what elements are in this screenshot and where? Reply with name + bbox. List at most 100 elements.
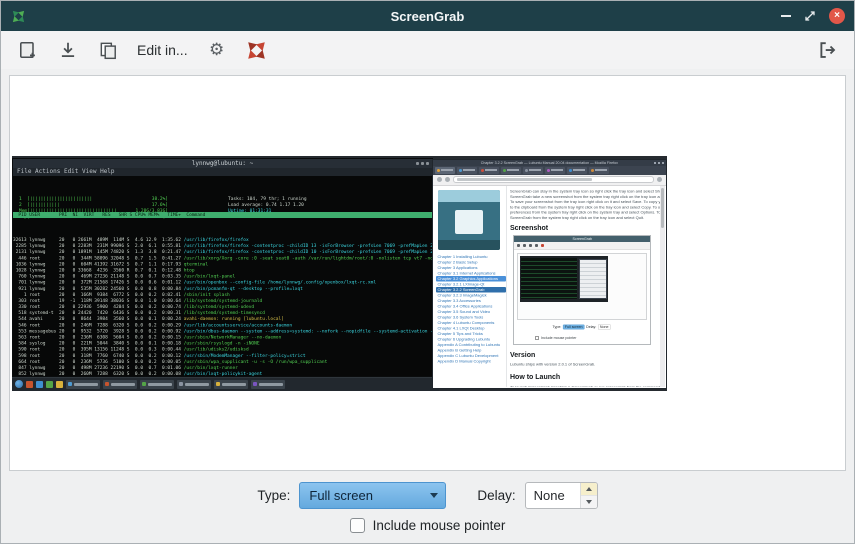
manual-sidebar: Chapter 1 Installing LubuntuChapter 2 Ba… [434,186,507,387]
htop-process-row: 32613 lynnwg 20 0 2661M 489M 114M S 4.6 … [13,237,432,243]
delay-spinbox[interactable]: None [525,482,598,509]
toc-link: Chapter 3.1 Internet Applications [436,270,506,276]
include-pointer-checkbox[interactable] [350,518,365,533]
taskbar-window-button [214,380,248,389]
quit-icon [817,40,837,60]
toc-link: Appendix B Getting Help [436,347,506,353]
htop-process-row: 553 messagebus 20 0 9532 5720 3928 S 0.0… [13,328,432,334]
toc-link: Appendix C Lubuntu Development [436,353,506,359]
terminal-titlebar: lynnwg@lubuntu: ~ [13,159,432,168]
copy-icon [98,40,118,60]
firefox-tab [589,167,609,174]
close-icon[interactable]: × [829,8,845,24]
taskbar-window-button [66,380,100,389]
firefox-tab-bar [433,166,666,175]
taskbar-window-button [177,380,211,389]
toc-link: Chapter 2 Basic Setup [436,259,506,265]
settings-button[interactable]: ⚙ [202,35,232,65]
manual-toc: Chapter 1 Installing LubuntuChapter 2 Ba… [436,254,506,364]
firefox-window-buttons [654,162,664,164]
htop-process-row: 330 root 20 0 22936 5900 4204 S 0.0 0.2 … [13,304,432,310]
chevron-down-icon[interactable] [423,483,445,508]
toc-link: Chapter 3.2.1 LXImage-Qt [436,281,506,287]
toc-link: Chapter 4 Lubuntu Components [436,320,506,326]
htop-header-row: PID USER PRI NI VIRT RES SHR S CPU% MEM%… [13,212,432,218]
delay-label: Delay: [477,488,515,503]
firefox-tab [435,167,455,174]
url-bar [453,176,654,183]
toc-link: Appendix D Manual Copyright [436,358,506,364]
htop-process-row: 446 root 20 0 344M 58096 32048 S 0.7 1.5… [13,255,432,261]
firefox-tab [545,167,565,174]
htop-process-row: 544 avahi 20 0 8644 3984 3560 S 0.0 0.1 … [13,316,432,322]
htop-process-row: 701 lynnwg 20 0 372M 21568 17426 S 0.0 0… [13,279,432,285]
version-text: Lubuntu ships with version 2.0.1 of Scre… [510,362,665,367]
htop-process-row: 518 systemd-t 20 0 24420 7420 6436 S 0.0… [13,310,432,316]
preview-desktop-taskbar [12,377,439,391]
toc-link: Chapter 3.6 System Tools [436,314,506,320]
firefox-nav-bar [433,175,666,186]
terminal-title: lynnwg@lubuntu: ~ [13,159,432,168]
htop-process-row: 563 root 20 0 236M 6308 5604 S 0.0 0.2 0… [13,334,432,340]
firefox-tab [479,167,499,174]
save-icon [58,40,78,60]
type-dropdown-value: Full screen [300,488,423,503]
htop-process-row: 760 lynnwg 20 0 469M 27236 21148 S 0.0 0… [13,273,432,279]
minimize-icon[interactable] [781,15,791,17]
maximize-icon[interactable] [804,10,816,22]
taskbar-window-button [251,380,285,389]
type-label: Type: [257,488,290,503]
htop-process-row: 584 syslog 20 0 221M 5044 3840 S 0.0 0.1… [13,340,432,346]
edit-in-button[interactable]: Edit in... [133,35,192,65]
save-button[interactable] [53,35,83,65]
toc-link: Chapter 4.1 LXQt Desktop [436,325,506,331]
htop-process-row: 2285 lynnwg 20 0 2283M 231M 99096 S 2.0 … [13,243,432,249]
titlebar[interactable]: ScreenGrab × [1,1,854,31]
spin-up-button[interactable] [581,483,597,496]
screenshot-section-heading: Screenshot [510,225,548,232]
taskbar-icon [56,381,63,388]
embedded-screengrab-screenshot: ScreenGrab [513,235,651,345]
screengrab-app-icon [10,8,27,25]
firefox-tab [523,167,543,174]
toc-link: Chapter 3 Applications [436,265,506,271]
terminal-window-buttons [416,162,429,165]
screenshot-preview: lynnwg@lubuntu: ~ File Actions Edit View… [12,156,667,391]
include-pointer-label: Include mouse pointer [373,518,506,533]
firefox-tab [457,167,477,174]
quit-button[interactable] [812,35,842,65]
type-dropdown[interactable]: Full screen [299,482,446,509]
tab-favicon [591,169,594,172]
spin-down-button[interactable] [581,496,597,508]
htop-process-row: 590 root 20 0 395M 13156 11248 S 0.0 0.3… [13,346,432,352]
tab-favicon [547,169,550,172]
taskbar-icon [46,381,53,388]
how-to-launch-text: To launch ScreenGrab Graphics ‣ ScreenGr… [510,385,665,387]
tab-favicon [569,169,572,172]
htop-process-rows: 32613 lynnwg 20 0 2661M 489M 114M S 4.6 … [13,219,432,376]
app-logo-button[interactable] [242,35,272,65]
screengrab-logo-icon [244,38,269,63]
toolbar: Edit in... ⚙ [1,31,854,69]
tab-favicon [525,169,528,172]
toc-link: Chapter 6 Upgrading Lubuntu [436,336,506,342]
htop-process-row: 1028 lynnwg 20 0 33668 4236 3560 R 0.7 0… [13,267,432,273]
htop-process-row: 664 root 20 0 236M 5736 5100 S 0.0 0.2 0… [13,358,432,364]
tab-favicon [459,169,462,172]
htop-process-row: 2131 lynnwg 20 0 1891M 145M 74820 S 1.3 … [13,249,432,255]
copy-button[interactable] [93,35,123,65]
back-icon [437,177,442,182]
taskbar-menu-icon [15,380,23,388]
preview-firefox-window: Chapter 3.2.2 ScreenGrab — Lubuntu Manua… [432,159,667,389]
htop-process-row: 598 root 20 0 318M 7760 6740 S 0.0 0.2 0… [13,352,432,358]
how-to-launch-heading: How to Launch [510,374,560,381]
htop-process-row: 303 root 19 -1 118M 39148 38036 S 0.0 1.… [13,297,432,303]
new-screenshot-button[interactable] [13,35,43,65]
nested-toolbar [514,242,650,250]
capture-controls: Type: Full screen Delay: None [1,482,854,509]
firefox-titlebar: Chapter 3.2.2 ScreenGrab — Lubuntu Manua… [433,160,666,166]
firefox-tab [501,167,521,174]
firefox-window-title: Chapter 3.2.2 ScreenGrab — Lubuntu Manua… [481,160,618,162]
htop-process-row: 1036 lynnwg 20 0 604M 41392 31672 S 0.7 … [13,261,432,267]
htop-function-keys: F1Help F2Setup F3SearchF4FilterF5Tree F6… [13,366,265,373]
